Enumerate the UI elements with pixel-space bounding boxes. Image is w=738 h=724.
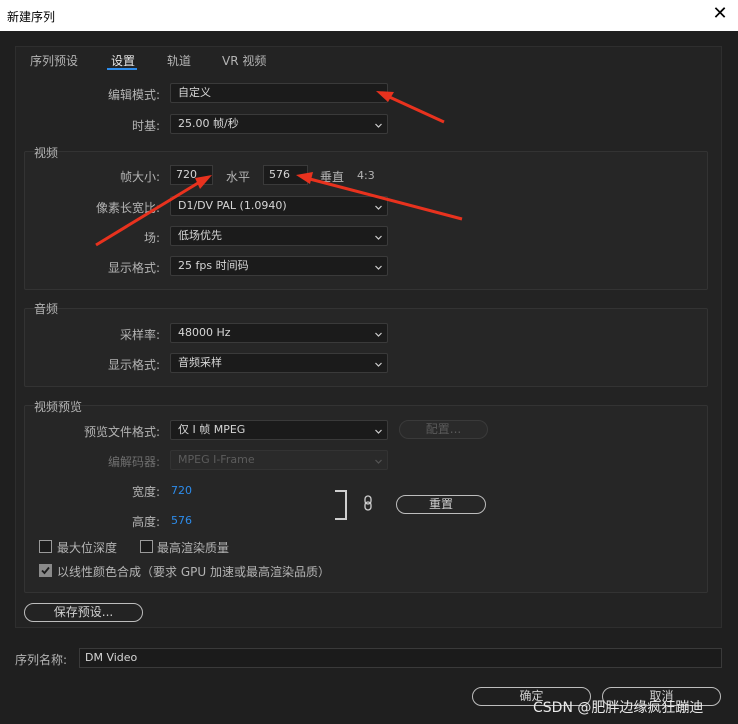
chevron-down-icon — [375, 122, 382, 129]
watermark: CSDN @肥胖边缘疯狂蹦迪 — [533, 700, 704, 716]
max-bit-depth-checkbox[interactable] — [39, 540, 52, 553]
sequence-name-value: DM Video — [85, 651, 138, 664]
video-preview-group-title: 视频预览 — [34, 400, 83, 414]
linear-color-label: 以线性颜色合成（要求 GPU 加速或最高渲染品质） — [57, 565, 330, 579]
preview-file-format-select[interactable]: 仅 I 帧 MPEG — [170, 420, 388, 440]
video-group-title: 视频 — [34, 146, 59, 160]
chevron-down-icon — [375, 204, 382, 211]
active-tab-indicator — [107, 68, 137, 70]
frame-width-value: 720 — [176, 168, 197, 181]
chevron-down-icon — [375, 331, 382, 338]
preview-height-value[interactable]: 576 — [171, 514, 192, 527]
video-display-format-label: 显示格式: — [107, 261, 160, 275]
pixel-aspect-select[interactable]: D1/DV PAL (1.0940) — [170, 196, 388, 216]
pixel-aspect-value: D1/DV PAL (1.0940) — [178, 199, 287, 212]
chevron-down-icon — [375, 361, 382, 368]
window-title: 新建序列 — [7, 10, 56, 24]
sample-rate-label: 采样率: — [119, 328, 160, 342]
preview-width-label: 宽度: — [131, 485, 160, 499]
edit-mode-label: 编辑模式: — [107, 88, 160, 102]
audio-display-format-value: 音频采样 — [178, 356, 222, 369]
chevron-down-icon — [375, 458, 382, 465]
preview-file-format-value: 仅 I 帧 MPEG — [178, 423, 246, 436]
tab-settings[interactable]: 设置 — [111, 52, 135, 69]
preview-height-label: 高度: — [131, 515, 160, 529]
chevron-down-icon — [375, 264, 382, 271]
max-render-quality-label: 最高渲染质量 — [157, 541, 230, 555]
frame-width-input[interactable]: 720 — [170, 165, 213, 185]
fields-select[interactable]: 低场优先 — [170, 226, 388, 246]
linear-color-checkbox[interactable] — [39, 564, 52, 577]
sequence-name-label: 序列名称: — [15, 653, 68, 667]
configure-button[interactable]: 配置... — [399, 420, 488, 439]
link-bracket — [335, 490, 347, 520]
save-preset-button[interactable]: 保存预设... — [24, 603, 143, 622]
chevron-down-icon — [375, 428, 382, 435]
tab-vr-video[interactable]: VR 视频 — [222, 52, 266, 69]
vertical-label: 垂直 — [320, 170, 345, 184]
timebase-value: 25.00 帧/秒 — [178, 117, 239, 130]
edit-mode-value: 自定义 — [178, 86, 211, 99]
video-display-format-value: 25 fps 时间码 — [178, 259, 249, 272]
horizontal-label: 水平 — [226, 170, 251, 184]
close-icon[interactable]: ✕ — [710, 4, 730, 24]
preview-width-value[interactable]: 720 — [171, 484, 192, 497]
frame-size-label: 帧大小: — [119, 170, 160, 184]
chevron-down-icon — [375, 234, 382, 241]
audio-display-format-label: 显示格式: — [107, 358, 160, 372]
audio-group — [24, 308, 708, 387]
check-icon — [41, 566, 50, 575]
sample-rate-select[interactable]: 48000 Hz — [170, 323, 388, 343]
sequence-name-input[interactable]: DM Video — [79, 648, 722, 668]
timebase-label: 时基: — [131, 119, 160, 133]
codec-label: 编解码器: — [107, 455, 160, 469]
reset-button[interactable]: 重置 — [396, 495, 486, 514]
video-display-format-select[interactable]: 25 fps 时间码 — [170, 256, 388, 276]
audio-group-title: 音频 — [34, 302, 59, 316]
preview-file-format-label: 预览文件格式: — [83, 425, 160, 439]
edit-mode-select[interactable]: 自定义 — [170, 83, 388, 103]
codec-select[interactable]: MPEG I-Frame — [170, 450, 388, 470]
fields-label: 场: — [143, 231, 160, 245]
timebase-select[interactable]: 25.00 帧/秒 — [170, 114, 388, 134]
max-bit-depth-label: 最大位深度 — [57, 541, 118, 555]
tab-tracks[interactable]: 轨道 — [167, 52, 191, 69]
frame-height-value: 576 — [269, 168, 290, 181]
pixel-aspect-label: 像素长宽比: — [95, 201, 160, 215]
sample-rate-value: 48000 Hz — [178, 326, 231, 339]
audio-display-format-select[interactable]: 音频采样 — [170, 353, 388, 373]
tab-sequence-presets[interactable]: 序列预设 — [30, 52, 78, 69]
codec-value: MPEG I-Frame — [178, 453, 255, 466]
link-icon[interactable] — [363, 495, 373, 511]
title-bar: 新建序列 ✕ — [0, 0, 738, 31]
max-render-quality-checkbox[interactable] — [140, 540, 153, 553]
aspect-ratio: 4:3 — [357, 169, 375, 182]
fields-value: 低场优先 — [178, 229, 222, 242]
frame-height-input[interactable]: 576 — [263, 165, 308, 185]
